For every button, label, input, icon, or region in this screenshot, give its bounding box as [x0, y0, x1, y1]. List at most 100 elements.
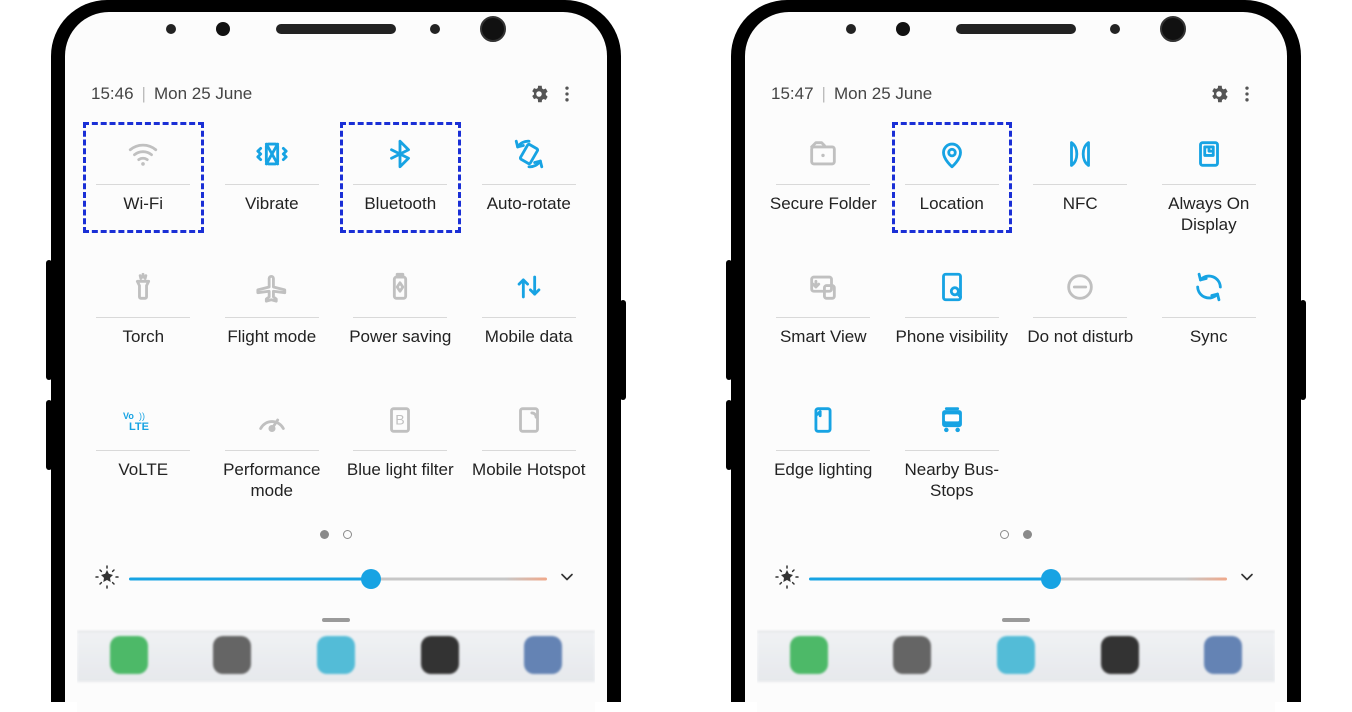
power-button: [1300, 300, 1306, 400]
brightness-slider[interactable]: [129, 566, 547, 592]
bixby-button: [726, 400, 732, 470]
qs-tile-vibrate[interactable]: Vibrate: [208, 120, 337, 253]
status-bar: 15:47 | Mon 25 June: [757, 74, 1275, 114]
tile-label: Bluetooth: [364, 193, 436, 237]
qs-tile-volte[interactable]: Vo))LTEVoLTE: [79, 386, 208, 519]
tile-label: Flight mode: [227, 326, 316, 370]
qs-tile-wifi[interactable]: Wi-Fi: [79, 120, 208, 253]
qs-tile-phonevis[interactable]: Phone visibility: [888, 253, 1017, 386]
vibrate-icon: [255, 130, 289, 178]
status-time: 15:47: [771, 84, 814, 104]
qs-tile-hotspot[interactable]: Mobile Hotspot: [465, 386, 594, 519]
bixby-button: [46, 400, 52, 470]
dock-app-icon: [1204, 636, 1242, 674]
slider-track: [809, 578, 1227, 581]
qs-tile-nfc[interactable]: NFC: [1016, 120, 1145, 253]
tile-divider: [353, 184, 447, 185]
tile-label: Do not disturb: [1027, 326, 1133, 370]
speaker-grille: [956, 24, 1076, 34]
tile-label: Phone visibility: [896, 326, 1008, 370]
brightness-slider[interactable]: [809, 566, 1227, 592]
panel-handle[interactable]: [757, 609, 1275, 631]
tile-label: Wi-Fi: [123, 193, 163, 237]
tile-divider: [225, 450, 319, 451]
brightness-row: [77, 549, 595, 609]
phonevis-icon: [935, 263, 969, 311]
tile-divider: [776, 450, 870, 451]
auto-brightness-icon[interactable]: [775, 565, 799, 594]
panel-handle[interactable]: [77, 609, 595, 631]
qs-tile-bus[interactable]: Nearby Bus-Stops: [888, 386, 1017, 519]
qs-tile-bluelight[interactable]: BBlue light filter: [336, 386, 465, 519]
pager-dot[interactable]: [1023, 530, 1032, 539]
auto-brightness-icon[interactable]: [95, 565, 119, 594]
tile-label: Torch: [122, 326, 164, 370]
tile-label: Edge lighting: [774, 459, 872, 503]
dock-app-icon: [317, 636, 355, 674]
tile-divider: [482, 317, 576, 318]
phone-right: 15:47 | Mon 25 June Secure Folder Locatio…: [731, 0, 1301, 702]
settings-icon[interactable]: [1205, 80, 1233, 108]
svg-text:LTE: LTE: [129, 421, 149, 433]
qs-tile-dnd[interactable]: Do not disturb: [1016, 253, 1145, 386]
bluelight-icon: B: [383, 396, 417, 444]
qs-tile-sync[interactable]: Sync: [1145, 253, 1274, 386]
settings-icon[interactable]: [525, 80, 553, 108]
qs-tile-aod[interactable]: Always On Display: [1145, 120, 1274, 253]
page-indicator: [757, 519, 1275, 549]
securefolder-icon: [806, 130, 840, 178]
qs-tile-torch[interactable]: Torch: [79, 253, 208, 386]
overflow-menu-icon[interactable]: [1233, 80, 1261, 108]
qs-tile-securefolder[interactable]: Secure Folder: [759, 120, 888, 253]
tile-label: Location: [920, 193, 984, 237]
torch-icon: [126, 263, 160, 311]
qs-tile-smartview[interactable]: Smart View: [759, 253, 888, 386]
updown-icon: [512, 263, 546, 311]
status-bar: 15:46 | Mon 25 June: [77, 74, 595, 114]
dnd-icon: [1063, 263, 1097, 311]
qs-tile-perf[interactable]: Performance mode: [208, 386, 337, 519]
dock-app-icon: [790, 636, 828, 674]
qs-tile-bluetooth[interactable]: Bluetooth: [336, 120, 465, 253]
expand-brightness-icon[interactable]: [1237, 567, 1257, 592]
qs-tile-location[interactable]: Location: [888, 120, 1017, 253]
slider-thumb[interactable]: [361, 569, 381, 589]
page-indicator: [77, 519, 595, 549]
qs-tile-mdata[interactable]: Mobile data: [465, 253, 594, 386]
status-time: 15:46: [91, 84, 134, 104]
svg-text:Vo: Vo: [123, 411, 134, 421]
pager-dot[interactable]: [320, 530, 329, 539]
dock-app-icon: [524, 636, 562, 674]
qs-tile-autorotate[interactable]: Auto-rotate: [465, 120, 594, 253]
tile-label: Secure Folder: [770, 193, 877, 237]
tile-divider: [776, 317, 870, 318]
tile-divider: [96, 450, 190, 451]
pager-dot[interactable]: [343, 530, 352, 539]
tile-divider: [1033, 317, 1127, 318]
dock-app-icon: [1101, 636, 1139, 674]
tile-divider: [353, 450, 447, 451]
qs-tile-edge[interactable]: Edge lighting: [759, 386, 888, 519]
volte-icon: Vo))LTE: [121, 396, 165, 444]
bluetooth-icon: [383, 130, 417, 178]
status-date: Mon 25 June: [154, 84, 252, 104]
qs-tile-power[interactable]: Power saving: [336, 253, 465, 386]
overflow-menu-icon[interactable]: [553, 80, 581, 108]
tile-divider: [353, 317, 447, 318]
status-separator: |: [142, 84, 146, 104]
tile-label: Always On Display: [1149, 193, 1270, 237]
battery-icon: [383, 263, 417, 311]
nfc-icon: [1063, 130, 1097, 178]
dock-preview: [77, 631, 595, 682]
dock-app-icon: [110, 636, 148, 674]
svg-text:B: B: [396, 412, 405, 428]
tile-divider: [1162, 317, 1256, 318]
plane-icon: [255, 263, 289, 311]
volume-button: [726, 260, 732, 380]
qs-tile-flight[interactable]: Flight mode: [208, 253, 337, 386]
pager-dot[interactable]: [1000, 530, 1009, 539]
status-date: Mon 25 June: [834, 84, 932, 104]
slider-thumb[interactable]: [1041, 569, 1061, 589]
expand-brightness-icon[interactable]: [557, 567, 577, 592]
tile-label: Power saving: [349, 326, 451, 370]
